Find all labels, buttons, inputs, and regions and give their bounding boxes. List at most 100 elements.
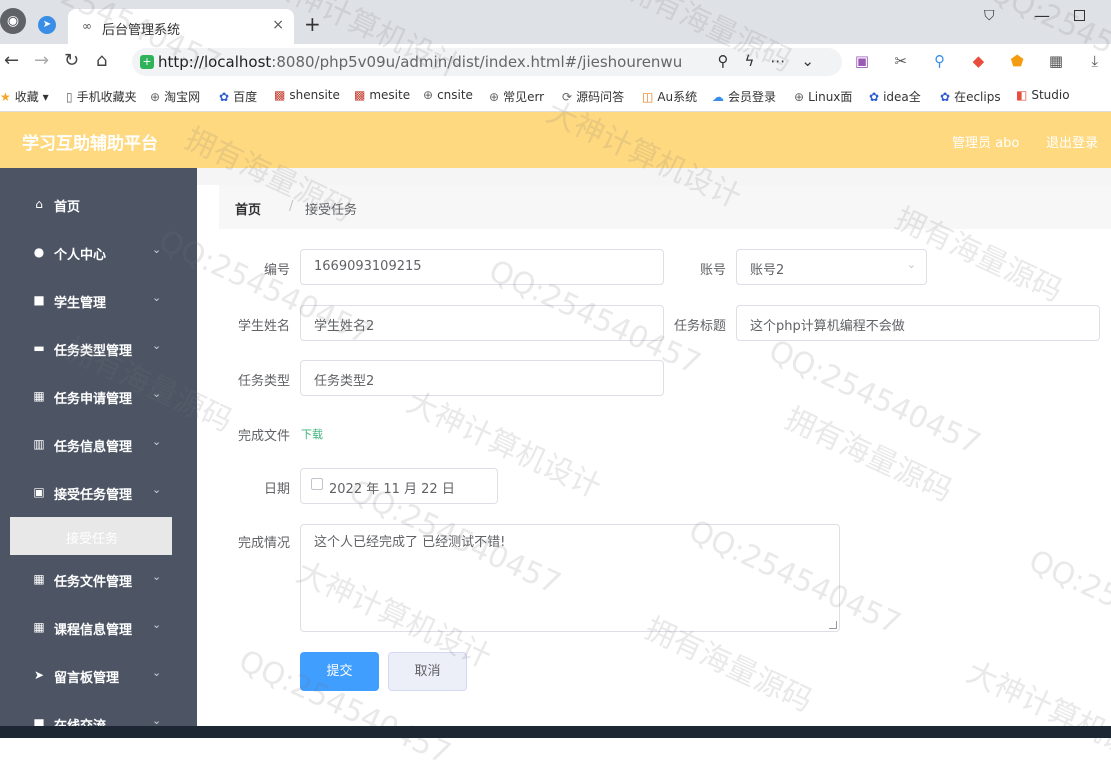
zhanghao-value: 账号2 xyxy=(750,263,785,278)
user-icon: ● xyxy=(33,245,45,259)
sidebar-item[interactable]: ▣ 接受任务管理 ⌄ xyxy=(0,469,197,517)
address-bar[interactable]: + http://localhost:8080/php5v09u/admin/d… xyxy=(132,48,842,76)
maximize-button[interactable] xyxy=(1074,10,1085,21)
bookmark-item[interactable]: ⊕ cnsite xyxy=(423,88,473,102)
sidebar-subitem-label: 接受任务 xyxy=(66,532,119,547)
reload-icon[interactable]: ↻ xyxy=(64,50,79,71)
home-page-icon[interactable]: ⌂ xyxy=(96,50,107,71)
resize-handle-icon[interactable] xyxy=(829,621,837,629)
zhanghao-label: 账号 xyxy=(699,263,726,278)
biaoti-field[interactable]: 这个php计算机编程不会做 xyxy=(736,305,1100,341)
bianhao-field[interactable]: 1669093109215 xyxy=(300,249,664,285)
bookmark-item[interactable]: ▩ shensite xyxy=(274,88,340,102)
leixing-label: 任务类型 xyxy=(237,374,290,389)
grid-icon: ▦ xyxy=(33,389,45,403)
chevron-down-icon: ⌄ xyxy=(906,258,916,271)
qingkuang-label: 完成情况 xyxy=(237,536,290,551)
sidebar-item-label: 留言板管理 xyxy=(54,671,120,686)
sidebar-item[interactable]: ■ 学生管理 ⌄ xyxy=(0,277,197,325)
sidebar-item[interactable]: ▦ 任务文件管理 ⌄ xyxy=(0,556,197,604)
apps-icon[interactable]: ▦ xyxy=(1039,52,1073,70)
bookmark-item[interactable]: ⟳ 源码问答 xyxy=(562,88,624,105)
os-taskbar xyxy=(0,726,1111,738)
bookmark-item[interactable]: ⊕ 常见err xyxy=(489,88,544,105)
bianhao-label: 编号 xyxy=(263,263,290,278)
download-link[interactable]: 下载 xyxy=(301,426,323,442)
browser-toolbar: ← → ↻ ⌂ + http://localhost:8080/php5v09u… xyxy=(0,44,1111,80)
address-url[interactable]: http://localhost:8080/php5v09u/admin/dis… xyxy=(158,53,682,71)
bookmark-item[interactable]: ★ 收藏 ▾ xyxy=(0,88,49,105)
sidebar-item[interactable]: ● 个人中心 ⌄ xyxy=(0,229,197,277)
back-icon[interactable]: ← xyxy=(4,50,19,71)
cancel-button[interactable]: 取消 xyxy=(388,652,467,691)
download-icon[interactable]: ⤓ xyxy=(1078,52,1111,70)
send-icon: ➤ xyxy=(33,668,45,682)
sidebar-item[interactable]: ▦ 课程信息管理 ⌄ xyxy=(0,604,197,652)
chevron-down-icon: ⌄ xyxy=(152,291,162,304)
bookmark-item[interactable]: ▯ 手机收藏夹 xyxy=(66,88,137,105)
zhanghao-select[interactable]: 账号2 ⌄ xyxy=(736,249,927,285)
extensions-bar[interactable]: ▣ ✂ ⚲ ◆ ⬟ ▦ ⤓ ↶ xyxy=(845,52,1111,70)
logout-link[interactable]: 退出登录 xyxy=(1046,132,1098,151)
chevron-down-icon: ⌄ xyxy=(152,339,162,352)
grid-icon: ▦ xyxy=(33,572,45,586)
breadcrumb-separator: / xyxy=(289,199,294,214)
qingkuang-textarea[interactable]: 这个人已经完成了 已经测试不错! xyxy=(300,524,840,632)
home-icon: ⌂ xyxy=(35,197,43,211)
address-actions[interactable]: ⚲ϟ⋯⌄ xyxy=(718,52,830,70)
minimize-button[interactable]: — xyxy=(1034,6,1050,25)
chevron-down-icon: ⌄ xyxy=(152,618,162,631)
sidebar-subitem-accept-task[interactable]: 接受任务 xyxy=(10,517,172,555)
sidebar-item-label: 任务类型管理 xyxy=(54,344,133,359)
main-top-strip xyxy=(197,168,1111,185)
sidebar-item-label: 首页 xyxy=(54,200,81,215)
new-tab-button[interactable]: + xyxy=(304,12,321,36)
sidebar-item[interactable]: ▥ 任务信息管理 ⌄ xyxy=(0,421,197,469)
sidebar-item[interactable]: ▬ 任务类型管理 ⌄ xyxy=(0,325,197,373)
bookmark-item[interactable]: ⊕ Linux面 xyxy=(794,88,852,105)
tab-title: 后台管理系统 xyxy=(102,23,181,38)
sidebar-item[interactable]: ▦ 任务申请管理 ⌄ xyxy=(0,373,197,421)
bookmarks-bar: ★ 收藏 ▾ ▯ 手机收藏夹 ⊕ 淘宝网 ✿ 百度 ▩ shensite ▩ mesite … xyxy=(0,80,1111,112)
submit-button[interactable]: 提交 xyxy=(300,652,379,691)
scissors-icon[interactable]: ✂ xyxy=(884,52,918,70)
sidebar-item-label: 个人中心 xyxy=(54,248,107,263)
translate-icon[interactable]: ▣ xyxy=(845,52,879,70)
current-user: 管理员 abo xyxy=(952,136,1020,151)
forward-icon[interactable]: → xyxy=(34,50,49,71)
bookmark-item[interactable]: ◧ Studio xyxy=(1016,88,1070,102)
xingming-label: 学生姓名 xyxy=(237,319,290,334)
breadcrumb-home[interactable]: 首页 xyxy=(235,199,261,218)
riqi-label: 日期 xyxy=(263,482,290,497)
game-icon[interactable]: ◆ xyxy=(961,52,995,70)
xingming-field[interactable]: 学生姓名2 xyxy=(300,305,664,341)
bookmark-item[interactable]: ▩ mesite xyxy=(354,88,410,102)
leixing-field[interactable]: 任务类型2 xyxy=(300,360,664,396)
bookmark-item[interactable]: ✿ idea全 xyxy=(869,88,921,105)
search-ext-icon[interactable]: ⚲ xyxy=(923,52,957,70)
bookmark-item[interactable]: ⊕ 淘宝网 xyxy=(150,88,200,105)
sidebar: 接受任务 ⌂ 首页 ● 个人中心 ⌄ ■ 学生管理 ⌄ ▬ 任务类型管理 ⌄ ▦ 任务申请管理 ⌄ ▥ 任务信… xyxy=(0,168,197,738)
biaoti-label: 任务标题 xyxy=(673,319,726,334)
chevron-down-icon: ⌄ xyxy=(152,387,162,400)
qingkuang-value: 这个人已经完成了 已经测试不错! xyxy=(314,535,506,550)
sidebar-item-label: 课程信息管理 xyxy=(54,623,133,638)
calendar-icon xyxy=(311,478,323,490)
breadcrumb: 首页 / 接受任务 xyxy=(219,185,1111,229)
sidebar-item[interactable]: ⌂ 首页 xyxy=(0,181,197,229)
main-content: 首页 / 接受任务 编号 1669093109215 账号 账号2 ⌄ 学生姓名… xyxy=(197,168,1111,738)
bookmark-item[interactable]: ☁ 会员登录 xyxy=(712,88,776,105)
incognito-icon: ◉ xyxy=(0,8,26,34)
briefcase-icon: ■ xyxy=(33,293,45,307)
browser-tab-active[interactable]: ∞ 后台管理系统 × xyxy=(68,9,294,44)
telegram-icon[interactable]: ➤ xyxy=(38,16,56,34)
shield-ext-icon[interactable]: ⬟ xyxy=(1000,52,1034,70)
bookmark-item[interactable]: ✿ 在eclips xyxy=(940,88,1001,105)
tab-close-button[interactable]: × xyxy=(272,17,284,33)
chevron-down-icon: ⌄ xyxy=(152,570,162,583)
bookmark-item[interactable]: ◫ Au系统 xyxy=(642,88,697,105)
bookmark-item[interactable]: ✿ 百度 xyxy=(219,88,257,105)
riqi-datepicker[interactable]: 2022 年 11 月 22 日 xyxy=(300,468,498,504)
sidebar-item[interactable]: ➤ 留言板管理 ⌄ xyxy=(0,652,197,700)
skin-icon[interactable]: ⛉ xyxy=(984,8,995,24)
